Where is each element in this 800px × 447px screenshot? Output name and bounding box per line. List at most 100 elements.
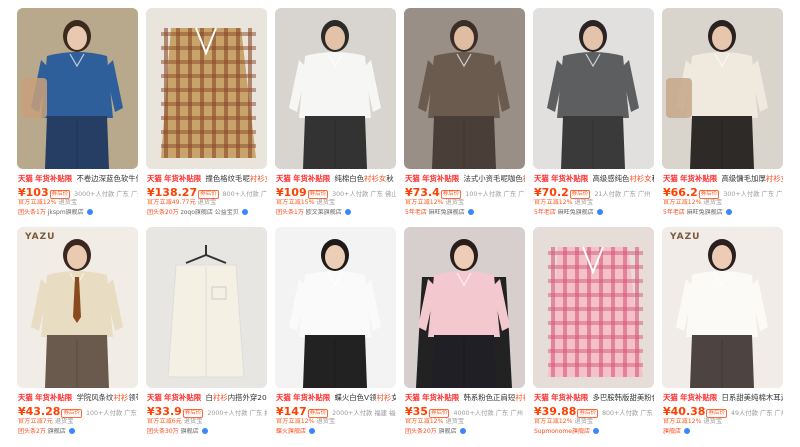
product-image[interactable] [275, 227, 396, 388]
tmall-tag: 天猫 [534, 393, 549, 402]
shop-name[interactable]: 麻旺兔旗舰店 [429, 209, 465, 216]
product-image[interactable] [404, 227, 525, 388]
product-image[interactable] [533, 8, 654, 169]
shop-name[interactable]: 旗舰店 [48, 428, 66, 435]
title-keyword: 衬衫 [212, 393, 228, 402]
product-title[interactable]: 天猫 年货补贴限 撞色格纹毛呢衬衫女秋 [147, 174, 267, 183]
shop-name[interactable]: 旗舰店 [439, 428, 457, 435]
shop-row[interactable]: Supmonome旗舰店 [534, 428, 654, 436]
shop-row[interactable]: 团头条1万 jkspm旗舰店 [18, 209, 138, 217]
product-title[interactable]: 天猫 年货补贴限 蝶火白色V领衬衫女轻 [276, 393, 396, 402]
title-keyword: 衬衫女秋 [249, 174, 267, 183]
product-card[interactable]: 天猫 年货补贴限 不卷边深蓝色软牛仔衬 ¥103券后价 3000+人付款 广东 … [17, 8, 138, 218]
shop-name[interactable]: 旗舰店 [181, 428, 199, 435]
shop-badge: 5年老店 [663, 209, 685, 216]
newyear-tag: 年货补贴限 [422, 393, 460, 402]
verified-icon [683, 428, 690, 434]
product-title[interactable]: 天猫 年货补贴限 法式小资毛呢咖色衬衫 [405, 174, 525, 183]
promo-row: 官方立减12% 退货宝 [663, 199, 783, 207]
product-image[interactable] [17, 8, 138, 169]
coupon-label: 券后价 [198, 190, 219, 199]
promo-row: 官方立减6元 退货宝 [147, 418, 267, 426]
tmall-tag: 天猫 [147, 174, 162, 183]
product-image[interactable] [533, 227, 654, 388]
title-suffix: 秋 [386, 174, 394, 183]
title-keyword: 衬衫 [515, 393, 525, 402]
shop-row[interactable]: 旗舰店 [663, 428, 783, 436]
shop-row[interactable]: 5年老店 麻旺兔旗舰店 [405, 209, 525, 217]
product-image[interactable] [404, 8, 525, 169]
product-card[interactable]: 天猫 年货补贴限 纯棉白色衬衫女秋 ¥109 券后价 300+人付款 广东 佛山 … [275, 8, 396, 218]
product-title[interactable]: 天猫 年货补贴限 高级慵毛加厚衬衫女 [663, 174, 783, 183]
shop-name[interactable]: 麻旺兔旗舰店 [687, 209, 723, 216]
coupon-label: 券后价 [182, 409, 204, 418]
product-card[interactable]: YAZU 天猫 年货补贴限 日系甜美纯棉木耳边立 ¥40.38券后价 49人付款… [662, 227, 783, 437]
discount-text: 官方立减12% [663, 418, 702, 425]
newyear-tag: 年货补贴限 [551, 393, 589, 402]
product-image[interactable] [275, 8, 396, 169]
shop-row[interactable]: 团头条20万 zoqo旗舰店 公益宝贝 [147, 209, 267, 217]
shop-name[interactable]: 欧文莱旗舰店 [306, 209, 342, 216]
price: ¥40.38 [663, 406, 706, 418]
product-image[interactable] [146, 8, 267, 169]
location: 广东 佛山 [370, 191, 396, 198]
shop-badge: 旗舰店 [663, 428, 682, 435]
shop-name[interactable]: 麻旺兔旗舰店 [558, 209, 594, 216]
product-title[interactable]: 天猫 年货补贴限 纯棉白色衬衫女秋 [276, 174, 396, 183]
return-insurance: 退货宝 [703, 418, 723, 425]
price: ¥109 [276, 187, 307, 199]
product-title[interactable]: 天猫 年货补贴限 学院风条纹衬衫领带女 [18, 393, 138, 402]
promo-row: 官方立减12% 退货宝 [534, 199, 654, 207]
product-title[interactable]: 天猫 年货补贴限 不卷边深蓝色软牛仔衬 [18, 174, 138, 183]
newyear-tag: 年货补贴限 [35, 174, 73, 183]
title-suffix: 秋冬 [652, 174, 654, 183]
title-keyword: 衬衫 [376, 393, 392, 402]
shop-row[interactable]: 5年老店 麻旺兔旗舰店 [663, 209, 783, 217]
product-title[interactable]: 天猫 年货补贴限 白衬衫内搭外穿2025 [147, 393, 267, 402]
shop-extra: 公益宝贝 [214, 209, 239, 216]
newyear-tag: 年货补贴限 [680, 393, 718, 402]
product-title[interactable]: 天猫 年货补贴限 日系甜美纯棉木耳边立 [663, 393, 783, 402]
product-card[interactable]: 天猫 年货补贴限 白衬衫内搭外穿2025 ¥33.9券后价 2000+人付款 广… [146, 227, 267, 437]
product-image[interactable]: YAZU [662, 227, 783, 388]
product-card[interactable]: 天猫 年货补贴限 撞色格纹毛呢衬衫女秋 ¥138.27券后价 800+人付款 广… [146, 8, 267, 218]
product-card[interactable]: 天猫 年货补贴限 蝶火白色V领衬衫女轻 ¥147券后价 2000+人付款 福建 … [275, 227, 396, 437]
product-card[interactable]: 天猫 年货补贴限 高级感纯色衬衫女秋冬 ¥70.2券后价 21人付款 广东 广州… [533, 8, 654, 218]
sold-count: 21人付款 [594, 191, 622, 198]
return-insurance: 退货宝 [574, 199, 594, 206]
product-title[interactable]: 天猫 年货补贴限 高级感纯色衬衫女秋冬 [534, 174, 654, 183]
product-image[interactable] [146, 227, 267, 388]
product-card[interactable]: 天猫 年货补贴限 法式小资毛呢咖色衬衫 ¥73.4券后价 100+人付款 广东 … [404, 8, 525, 218]
shop-row[interactable]: 5年老店 麻旺兔旗舰店 [534, 209, 654, 217]
shop-badge: 团头条2万 [18, 428, 46, 435]
shop-row[interactable]: 团头条2万 旗舰店 [18, 428, 138, 436]
tmall-tag: 天猫 [534, 174, 549, 183]
location: 广东 广州 [623, 191, 651, 198]
product-title[interactable]: 天猫 年货补贴限 多巴胺韩版甜美粉色毛格子 [534, 393, 654, 402]
title-prefix: 高级感纯色 [592, 174, 630, 183]
shop-row[interactable]: 蝶火旗舰店 [276, 428, 396, 436]
shop-badge: 团头条30万 [147, 428, 179, 435]
sold-count: 49人付款 [730, 410, 758, 417]
newyear-tag: 年货补贴限 [680, 174, 718, 183]
discount-text: 官方立减12% [405, 199, 444, 206]
discount-text: 官方立减49.77元 [147, 199, 196, 206]
return-insurance: 退货宝 [316, 418, 336, 425]
coupon-label: 券后价 [49, 190, 71, 199]
product-image[interactable]: YAZU [17, 227, 138, 388]
product-card[interactable]: 天猫 年货补贴限 高级慵毛加厚衬衫女 ¥66.2券后价 300+人付款 广东 广… [662, 8, 783, 218]
sold-count: 100+人付款 [85, 410, 123, 417]
title-prefix: 日系甜美纯棉木耳边立 [721, 393, 783, 402]
brand-watermark: YAZU [25, 232, 56, 242]
shop-row[interactable]: 团头条1万 欧文莱旗舰店 [276, 209, 396, 217]
product-image[interactable] [662, 8, 783, 169]
shop-row[interactable]: 团头条20万 旗舰店 [405, 428, 525, 436]
shop-name[interactable]: jkspm旗舰店 [48, 209, 84, 216]
product-title[interactable]: 天猫 年货补贴限 韩系粉色正肩短衬衫 [405, 393, 525, 402]
shop-name[interactable]: zoqo旗舰店 [181, 209, 213, 216]
product-card[interactable]: YAZU 天猫 年货补贴限 学院风条纹衬衫领带女 ¥43.28券后价 100+人… [17, 227, 138, 437]
shop-row[interactable]: 团头条30万 旗舰店 [147, 428, 267, 436]
product-card[interactable]: 天猫 年货补贴限 多巴胺韩版甜美粉色毛格子 ¥39.88券后价 800+人付款 … [533, 227, 654, 437]
newyear-tag: 年货补贴限 [35, 393, 73, 402]
product-card[interactable]: 天猫 年货补贴限 韩系粉色正肩短衬衫 ¥35券后价 4000+人付款 广东 广州… [404, 227, 525, 437]
